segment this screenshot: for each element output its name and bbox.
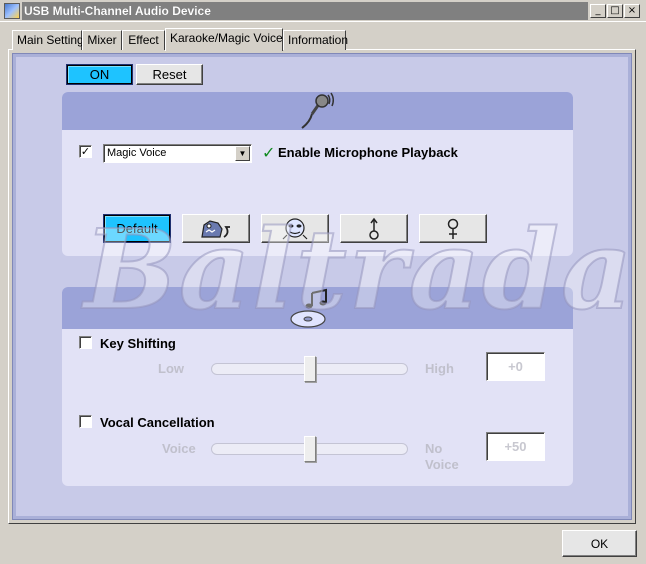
music-cd-icon	[290, 288, 327, 328]
vocal-cancellation-slider-thumb[interactable]	[304, 436, 316, 462]
alien-preset-button[interactable]	[261, 214, 329, 243]
enable-microphone-playback-label[interactable]: Enable Microphone Playback	[278, 145, 458, 160]
reset-button[interactable]: Reset	[136, 64, 203, 85]
vocal-cancellation-no-label: No	[425, 441, 443, 456]
key-shifting-label[interactable]: Key Shifting	[100, 336, 176, 351]
female-preset-button[interactable]	[419, 214, 487, 243]
magic-voice-checkbox[interactable]: ✓	[79, 145, 92, 158]
male-symbol-icon	[369, 217, 379, 240]
vocal-cancellation-value: +50	[486, 432, 545, 461]
app-icon	[4, 3, 20, 19]
magic-voice-select[interactable]: Magic Voice ▼	[103, 144, 252, 163]
maximize-button[interactable]: □	[607, 4, 623, 18]
ok-button[interactable]: OK	[562, 530, 637, 557]
vocal-cancellation-voice-label: Voice	[162, 441, 196, 456]
minimize-button[interactable]: _	[590, 4, 606, 18]
vocal-cancellation-voice-label-2: Voice	[425, 457, 459, 472]
vocal-cancellation-checkbox[interactable]	[79, 415, 92, 428]
tab-effect[interactable]: Effect	[122, 30, 165, 50]
check-icon: ✓	[262, 145, 276, 162]
monster-icon	[201, 219, 230, 238]
key-shifting-high-label: High	[425, 361, 454, 376]
tab-mixer[interactable]: Mixer	[82, 30, 122, 50]
key-shifting-value: +0	[486, 352, 545, 381]
window-title: USB Multi-Channel Audio Device	[24, 4, 211, 18]
monster-preset-button[interactable]	[182, 214, 250, 243]
alien-icon	[282, 217, 308, 239]
tab-main-setting[interactable]: Main Setting	[12, 30, 84, 50]
vocal-cancellation-label[interactable]: Vocal Cancellation	[100, 415, 215, 430]
default-preset-button[interactable]: Default	[103, 214, 171, 243]
microphone-icon	[301, 92, 335, 129]
close-button[interactable]: ×	[624, 4, 640, 18]
on-button[interactable]: ON	[66, 64, 133, 85]
tab-karaoke-magic-voice[interactable]: Karaoke/Magic Voice	[165, 28, 283, 51]
key-shifting-low-label: Low	[158, 361, 184, 376]
chevron-down-icon[interactable]: ▼	[235, 146, 250, 161]
tab-information[interactable]: Information	[283, 30, 348, 50]
female-symbol-icon	[447, 218, 459, 239]
magic-voice-select-value: Magic Voice	[107, 147, 167, 159]
key-shifting-slider-thumb[interactable]	[304, 356, 316, 382]
male-preset-button[interactable]	[340, 214, 408, 243]
key-shifting-checkbox[interactable]	[79, 336, 92, 349]
